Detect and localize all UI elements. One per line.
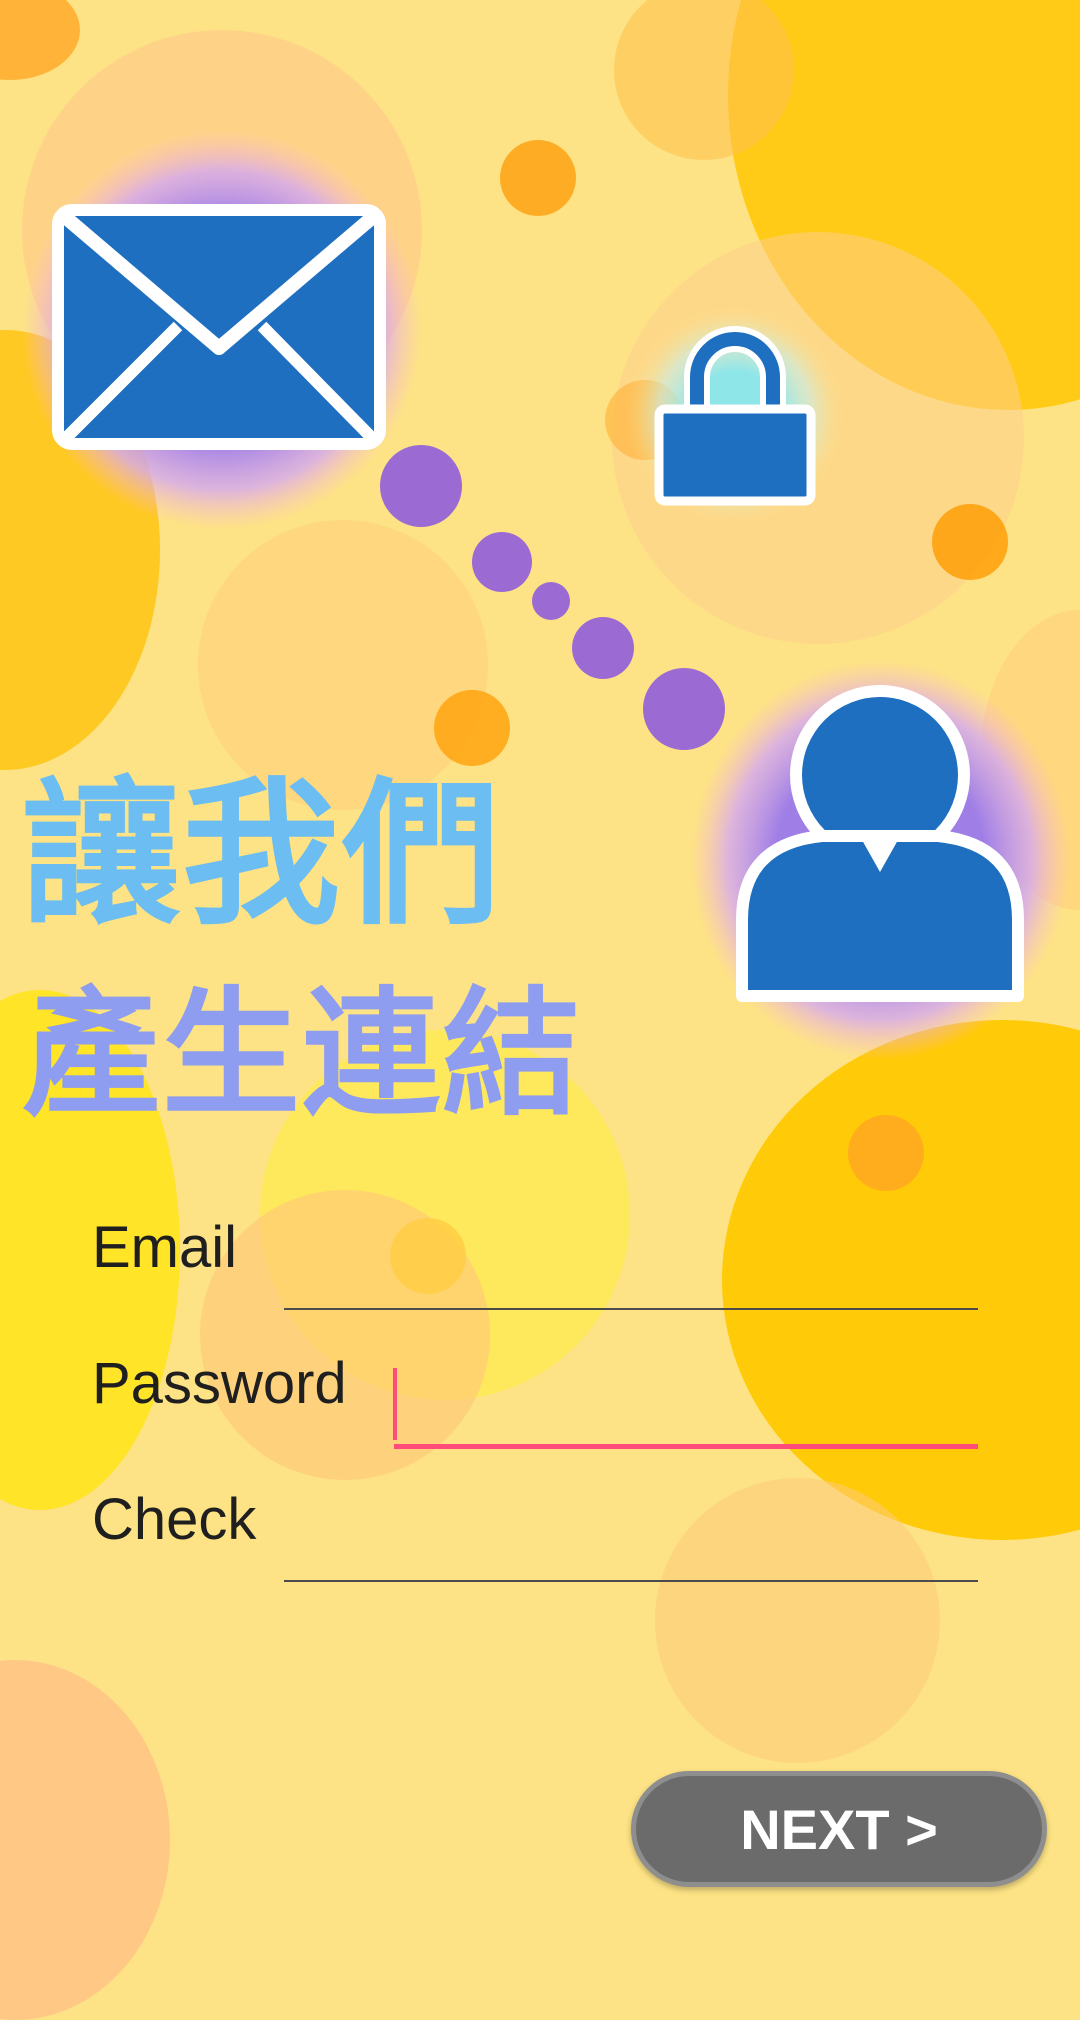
email-input[interactable] — [286, 1240, 992, 1300]
headline-subtitle: 產生連結 — [22, 974, 583, 1135]
next-button[interactable]: NEXT > — [631, 1771, 1047, 1887]
password-label: Password — [92, 1351, 347, 1416]
text-caret — [393, 1368, 397, 1440]
check-label: Check — [92, 1487, 257, 1552]
password-input[interactable] — [398, 1378, 994, 1438]
mail-envelope-icon — [22, 130, 422, 530]
email-underline — [284, 1308, 978, 1310]
padlock-icon — [625, 305, 845, 525]
check-input[interactable] — [286, 1512, 992, 1572]
headline-title: 讓我們 — [22, 763, 502, 947]
user-profile-icon — [690, 660, 1070, 1060]
check-underline — [284, 1580, 978, 1582]
email-label: Email — [92, 1215, 238, 1280]
password-underline — [394, 1444, 978, 1449]
